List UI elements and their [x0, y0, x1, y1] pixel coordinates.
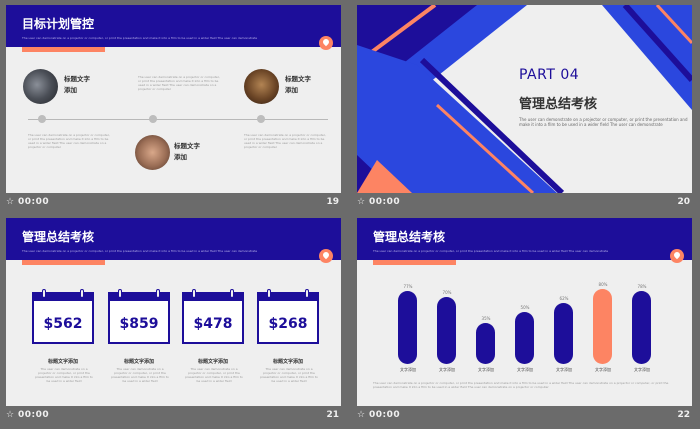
star-icon: ☆: [6, 410, 15, 420]
calendar-ring-icon: [305, 289, 309, 298]
card-label: 标题文字添加: [197, 359, 228, 365]
slide-header: 目标计划管控 The user can demonstrate on a pro…: [6, 5, 341, 47]
item-label: 标题文字 添加: [285, 75, 311, 94]
calendar-ring-icon: [156, 289, 160, 298]
item-label: 标题文字 添加: [174, 142, 200, 161]
photo-circle: [135, 135, 170, 170]
slide-footer: ☆ 00:00 19: [6, 196, 341, 210]
body-text: The user can demonstrate on a projector …: [244, 133, 326, 149]
slide-canvas: 目标计划管控 The user can demonstrate on a pro…: [6, 5, 341, 193]
price-card: $562: [32, 289, 94, 344]
star-icon: ☆: [6, 197, 15, 207]
slide-footer: ☆ 00:00 22: [357, 409, 692, 423]
chart-category-label: 文字添加: [634, 367, 650, 372]
chart-value-label: 77%: [403, 284, 413, 290]
accent-bar: [373, 260, 456, 265]
chart-category-label: 文字添加: [556, 367, 572, 372]
star-icon: ☆: [357, 410, 366, 420]
card-body: The user can demonstrate on a projector …: [35, 367, 93, 383]
card-body: The user can demonstrate on a projector …: [260, 367, 318, 383]
slide-number: 19: [326, 197, 339, 207]
timeline-line: [28, 119, 328, 120]
calendar-ring-icon: [42, 289, 46, 298]
price-card: $478: [182, 289, 244, 344]
slide-title: 管理总结考核: [22, 230, 95, 244]
slide-number: 22: [677, 410, 690, 420]
chart-category-label: 文字添加: [400, 367, 416, 372]
price-value: $268: [268, 316, 308, 332]
slide-title: 管理总结考核: [373, 230, 446, 244]
card-body: The user can demonstrate on a projector …: [185, 367, 243, 383]
chart-category-label: 文字添加: [478, 367, 494, 372]
body-text: The user can demonstrate on a projector …: [373, 381, 669, 389]
blue-triangle: [602, 5, 692, 110]
slide-number: 21: [326, 410, 339, 420]
card-label: 标题文字添加: [272, 359, 303, 365]
chart-bar: [476, 323, 495, 364]
chart-bar: [437, 296, 456, 364]
slide-subtitle: The user can demonstrate on a projector …: [22, 36, 258, 40]
location-pin-icon: [670, 249, 684, 263]
chart-value-label: 50%: [520, 305, 530, 310]
price-card: $268: [257, 289, 319, 344]
chart-category-label: 文字添加: [517, 367, 533, 372]
chart-bar: [632, 290, 651, 364]
slide-footer: ☆ 00:00 21: [6, 409, 341, 423]
chart-bar: [593, 289, 612, 364]
body-text: The user can demonstrate on a projector …: [138, 75, 220, 91]
chart-value-label: 80%: [598, 282, 608, 288]
calendar-ring-icon: [192, 289, 196, 298]
chart-bar: [398, 291, 417, 364]
timeline-dot: [38, 115, 46, 123]
item-label: 标题文字 添加: [64, 75, 90, 94]
location-pin-icon: [319, 249, 333, 263]
part-label: PART 04: [519, 67, 580, 83]
slide-canvas: 管理总结考核 The user can demonstrate on a pro…: [6, 218, 341, 406]
slide-timing: 00:00: [369, 197, 401, 207]
body-text: The user can demonstrate on a projector …: [28, 133, 110, 149]
slide-canvas: PART 04 管理总结考核 The user can demonstrate …: [357, 5, 692, 193]
slide-title: 目标计划管控: [22, 17, 95, 31]
chart-bar: [554, 302, 573, 364]
calendar-ring-icon: [80, 289, 84, 298]
card-label: 标题文字添加: [123, 359, 154, 365]
timeline-dot: [149, 115, 157, 123]
price-value: $562: [43, 316, 83, 332]
chart-bar: [515, 312, 534, 364]
slide-number: 20: [677, 197, 690, 207]
price-value: $478: [193, 316, 233, 332]
slide-timing: 00:00: [369, 410, 401, 420]
card-label: 标题文字添加: [47, 359, 78, 365]
slide-timing: 00:00: [18, 410, 50, 420]
star-icon: ☆: [357, 197, 366, 207]
slide-subtitle: The user can demonstrate on a projector …: [22, 249, 258, 253]
slide-header: 管理总结考核 The user can demonstrate on a pro…: [6, 218, 341, 260]
accent-bar: [22, 47, 105, 52]
chart-value-label: 78%: [637, 283, 647, 289]
chart-value-label: 62%: [559, 295, 569, 301]
section-title: 管理总结考核: [519, 97, 598, 112]
card-body: The user can demonstrate on a projector …: [111, 367, 169, 383]
photo-circle: [23, 69, 58, 104]
timeline-dot: [257, 115, 265, 123]
accent-bar: [22, 260, 105, 265]
price-card: $859: [108, 289, 170, 344]
slide-subtitle: The user can demonstrate on a projector …: [373, 249, 609, 253]
slide-footer: ☆ 00:00 20: [357, 196, 692, 210]
chart-category-label: 文字添加: [439, 367, 455, 372]
calendar-ring-icon: [267, 289, 271, 298]
body-text: The user can demonstrate on a projector …: [519, 117, 688, 127]
location-pin-icon: [319, 36, 333, 50]
chart-value-label: 70%: [442, 289, 452, 295]
calendar-ring-icon: [230, 289, 234, 298]
chart-value-label: 35%: [481, 316, 491, 322]
photo-circle: [244, 69, 279, 104]
slide-timing: 00:00: [18, 197, 50, 207]
price-value: $859: [119, 316, 159, 332]
chart-category-label: 文字添加: [595, 367, 611, 372]
calendar-ring-icon: [118, 289, 122, 298]
slide-canvas: 管理总结考核 The user can demonstrate on a pro…: [357, 218, 692, 406]
slide-header: 管理总结考核 The user can demonstrate on a pro…: [357, 218, 692, 260]
